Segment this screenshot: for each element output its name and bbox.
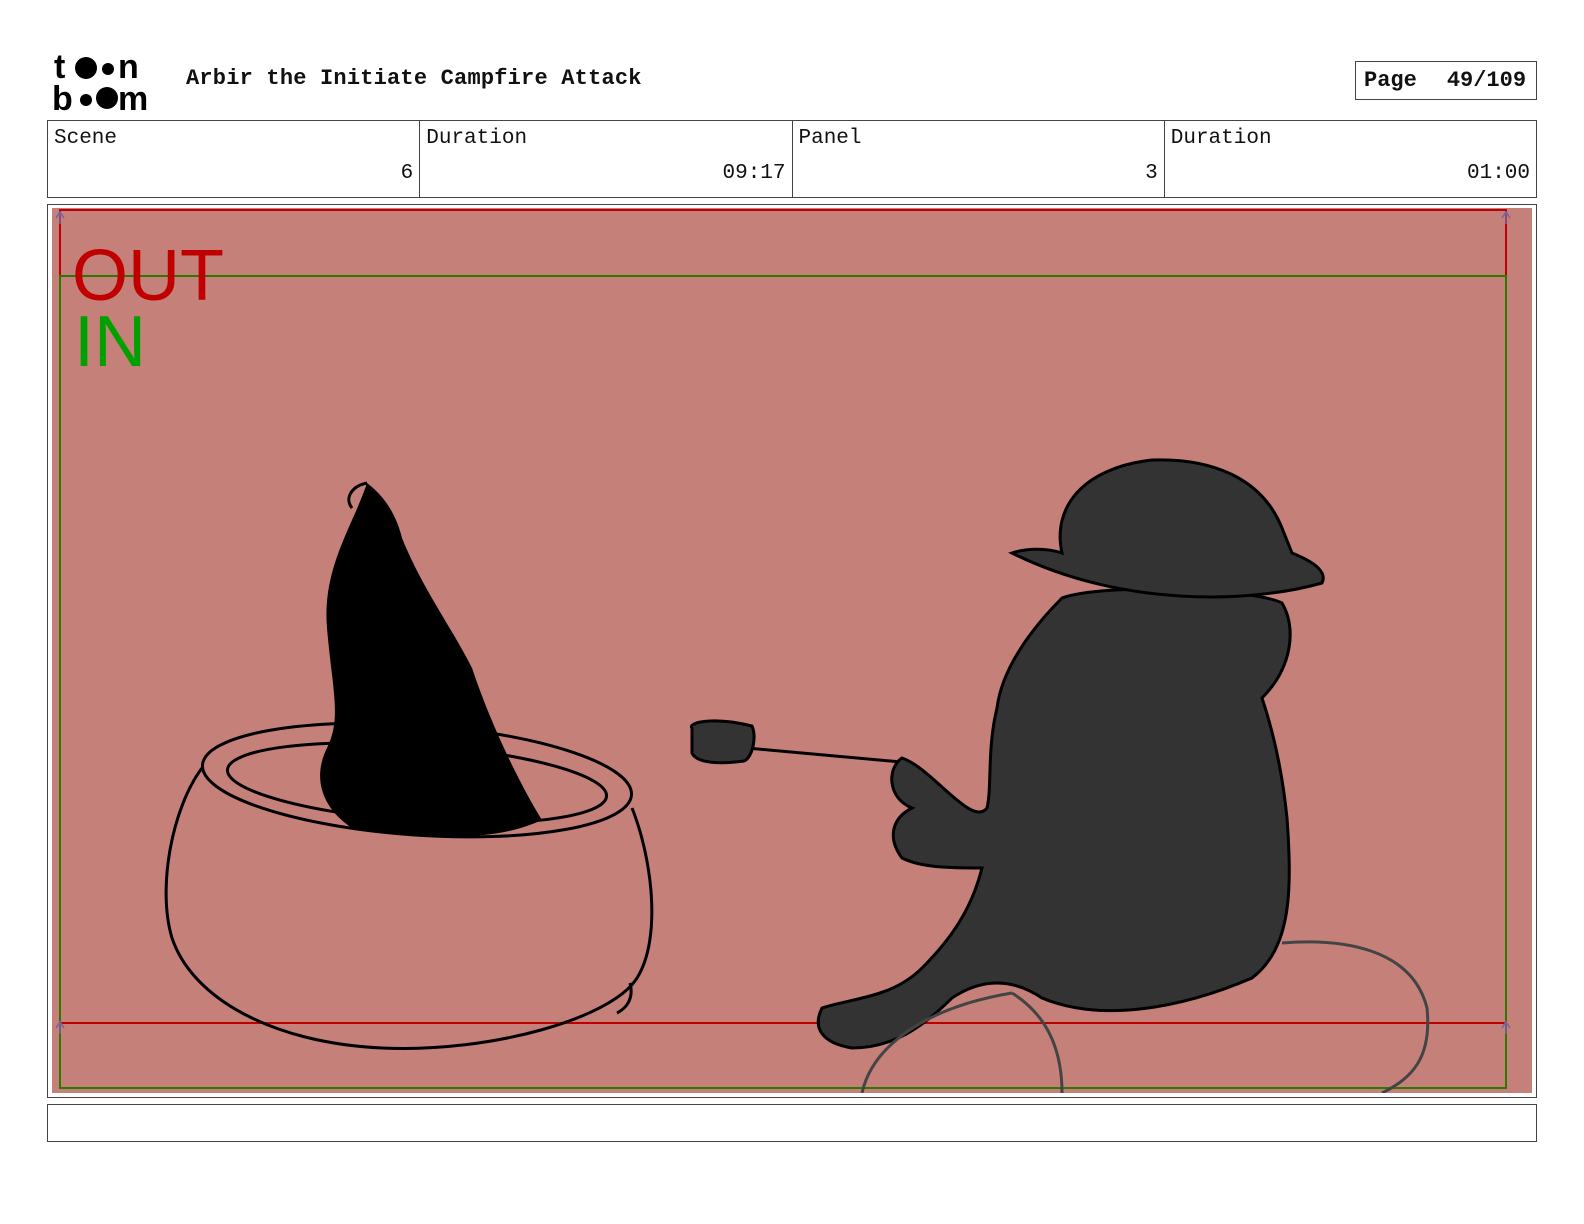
caption-box [47,1104,1537,1142]
svg-text:m: m [118,80,148,114]
panel-duration-label: Duration [1170,127,1272,150]
panel-value: 3 [1145,162,1158,185]
panel-duration-value: 01:00 [1466,162,1530,185]
svg-text:b: b [52,80,73,114]
scene-cell: Scene 6 [48,121,421,197]
panel-info-table: Scene 6 Duration 09:17 Panel 3 Duration … [47,120,1537,198]
panel-label: Panel [798,127,862,150]
page-label: Page [1364,68,1417,93]
panel-duration-cell: Duration 01:00 [1165,121,1536,197]
page-indicator: Page 49/109 [1355,61,1537,100]
storyboard-title: Arbir the Initiate Campfire Attack [186,66,642,91]
panel-artwork: OUT IN [52,208,1532,1093]
scene-value: 6 [400,162,414,185]
panel-cell: Panel 3 [793,121,1165,197]
panel-background [52,208,1532,1093]
scene-duration-value: 09:17 [722,162,786,185]
scene-label: Scene [54,127,118,150]
scene-duration-label: Duration [426,127,528,150]
scene-duration-cell: Duration 09:17 [420,121,793,197]
in-label: IN [74,302,146,382]
toon-boom-logo: t n b m [52,50,148,114]
page-number: 49/109 [1446,68,1527,93]
